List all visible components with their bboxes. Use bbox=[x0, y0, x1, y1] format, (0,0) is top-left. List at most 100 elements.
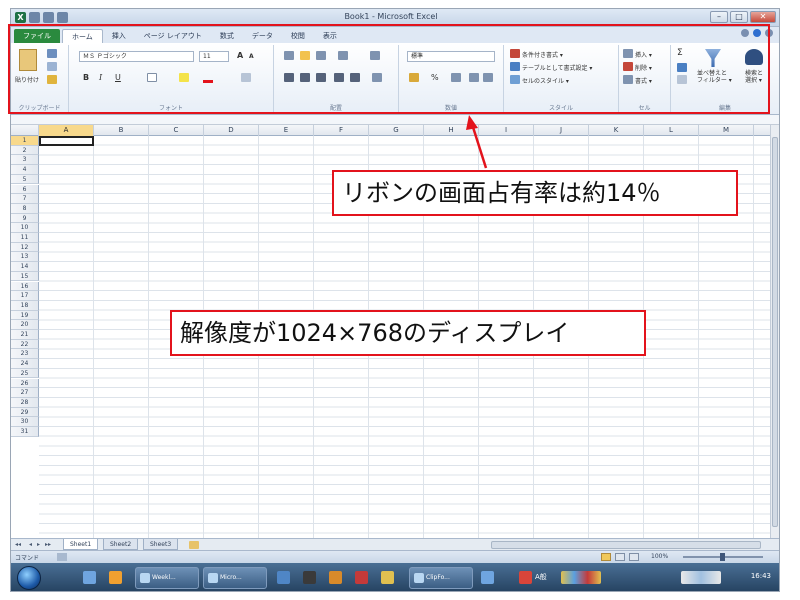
system-tray-icons[interactable] bbox=[681, 571, 721, 584]
taskbar-task-weekly[interactable]: Weekl... bbox=[135, 567, 199, 589]
row-header-2[interactable]: 2 bbox=[11, 145, 39, 156]
column-headers: ABCDEFGHIJKLM bbox=[11, 125, 771, 136]
taskbar-app-icon-2[interactable] bbox=[303, 571, 316, 584]
row-header-22[interactable]: 22 bbox=[11, 339, 39, 350]
column-header-f[interactable]: F bbox=[314, 125, 369, 136]
row-header-6[interactable]: 6 bbox=[11, 184, 39, 195]
row-header-11[interactable]: 11 bbox=[11, 233, 39, 243]
annotation-ribbon-share: リボンの画面占有率は約14％ bbox=[332, 170, 738, 216]
column-header-d[interactable]: D bbox=[204, 125, 259, 136]
row-header-29[interactable]: 29 bbox=[11, 407, 39, 418]
row-header-28[interactable]: 28 bbox=[11, 397, 39, 408]
row-header-1[interactable]: 1 bbox=[11, 136, 39, 146]
language-bar-icons[interactable] bbox=[561, 571, 601, 584]
close-button[interactable]: ✕ bbox=[750, 11, 776, 23]
row-header-16[interactable]: 16 bbox=[11, 281, 39, 292]
redo-icon[interactable] bbox=[57, 12, 68, 23]
vertical-scroll-thumb[interactable] bbox=[772, 137, 778, 527]
excel-logo-icon[interactable]: X bbox=[15, 12, 26, 23]
macro-record-icon[interactable] bbox=[57, 553, 67, 561]
row-header-14[interactable]: 14 bbox=[11, 262, 39, 272]
row-header-10[interactable]: 10 bbox=[11, 223, 39, 233]
row-header-17[interactable]: 17 bbox=[11, 291, 39, 301]
row-header-9[interactable]: 9 bbox=[11, 213, 39, 224]
row-header-27[interactable]: 27 bbox=[11, 388, 39, 398]
taskbar-app-icon-3[interactable] bbox=[329, 571, 342, 584]
sheet-nav-prev-icon[interactable]: ◂ bbox=[29, 541, 32, 548]
normal-view-icon[interactable] bbox=[601, 553, 611, 561]
window-controls: – □ ✕ bbox=[710, 11, 776, 23]
ime-mode[interactable]: A般 bbox=[535, 572, 547, 582]
column-header-k[interactable]: K bbox=[589, 125, 644, 136]
formula-bar[interactable] bbox=[11, 115, 779, 125]
row-header-20[interactable]: 20 bbox=[11, 320, 39, 330]
row-header-30[interactable]: 30 bbox=[11, 417, 39, 427]
sheet-tab-2[interactable]: Sheet2 bbox=[103, 539, 139, 550]
page-break-view-icon[interactable] bbox=[629, 553, 639, 561]
status-mode: コマンド bbox=[15, 555, 40, 562]
row-header-26[interactable]: 26 bbox=[11, 378, 39, 389]
show-desktop-icon[interactable] bbox=[83, 571, 96, 584]
row-header-4[interactable]: 4 bbox=[11, 165, 39, 175]
ime-icon[interactable] bbox=[519, 571, 532, 584]
zoom-slider-knob[interactable] bbox=[720, 553, 725, 561]
row-header-19[interactable]: 19 bbox=[11, 310, 39, 321]
row-header-31[interactable]: 31 bbox=[11, 427, 39, 437]
zoom-slider[interactable] bbox=[683, 553, 763, 561]
row-header-7[interactable]: 7 bbox=[11, 194, 39, 204]
maximize-button[interactable]: □ bbox=[730, 11, 748, 23]
row-header-21[interactable]: 21 bbox=[11, 330, 39, 340]
active-cell[interactable] bbox=[39, 136, 94, 146]
taskbar-app-icon-6[interactable] bbox=[481, 571, 494, 584]
column-header-b[interactable]: B bbox=[94, 125, 149, 136]
taskbar-task-excel[interactable]: Micro... bbox=[203, 567, 267, 589]
zoom-level[interactable]: 100% bbox=[651, 553, 668, 560]
ribbon-highlight-box bbox=[8, 24, 770, 114]
column-header-h[interactable]: H bbox=[424, 125, 479, 136]
insert-sheet-icon[interactable] bbox=[189, 541, 199, 549]
row-header-24[interactable]: 24 bbox=[11, 359, 39, 369]
taskbar-app-icon-4[interactable] bbox=[355, 571, 368, 584]
sheet-tab-bar: ◂◂ ◂ ▸ ▸▸ Sheet1 Sheet2 Sheet3 bbox=[11, 538, 779, 550]
row-header-13[interactable]: 13 bbox=[11, 252, 39, 263]
column-header-i[interactable]: I bbox=[479, 125, 534, 136]
taskbar-task-clipfolder[interactable]: ClipFo... bbox=[409, 567, 473, 589]
sheet-nav-last-icon[interactable]: ▸▸ bbox=[45, 541, 51, 548]
window-title: Book1 - Microsoft Excel bbox=[344, 12, 438, 21]
row-header-15[interactable]: 15 bbox=[11, 271, 39, 282]
quick-access-toolbar: X bbox=[15, 12, 68, 23]
windows-taskbar: Weekl... Micro... ClipFo... A般 16:43 bbox=[11, 563, 779, 591]
save-icon[interactable] bbox=[29, 12, 40, 23]
column-header-e[interactable]: E bbox=[259, 125, 314, 136]
row-header-8[interactable]: 8 bbox=[11, 203, 39, 214]
column-header-c[interactable]: C bbox=[149, 125, 204, 136]
column-header-j[interactable]: J bbox=[534, 125, 589, 136]
minimize-button[interactable]: – bbox=[710, 11, 728, 23]
annotation-resolution: 解像度が1024×768のディスプレイ bbox=[170, 310, 646, 356]
sheet-tab-3[interactable]: Sheet3 bbox=[143, 539, 179, 550]
status-bar: コマンド 100% bbox=[11, 550, 779, 563]
undo-icon[interactable] bbox=[43, 12, 54, 23]
start-button[interactable] bbox=[17, 566, 41, 590]
vertical-scrollbar[interactable] bbox=[770, 125, 779, 538]
select-all-corner[interactable] bbox=[11, 125, 39, 136]
row-header-23[interactable]: 23 bbox=[11, 349, 39, 360]
row-header-3[interactable]: 3 bbox=[11, 155, 39, 166]
column-header-g[interactable]: G bbox=[369, 125, 424, 136]
sheet-tab-1[interactable]: Sheet1 bbox=[63, 539, 99, 550]
column-header-a[interactable]: A bbox=[39, 125, 94, 136]
taskbar-app-icon-1[interactable] bbox=[277, 571, 290, 584]
row-header-12[interactable]: 12 bbox=[11, 242, 39, 253]
taskbar-app-icon-5[interactable] bbox=[381, 571, 394, 584]
page-layout-view-icon[interactable] bbox=[615, 553, 625, 561]
horizontal-scrollbar[interactable] bbox=[491, 541, 761, 549]
column-header-m[interactable]: M bbox=[699, 125, 754, 136]
explorer-icon[interactable] bbox=[109, 571, 122, 584]
row-header-18[interactable]: 18 bbox=[11, 300, 39, 311]
column-header-l[interactable]: L bbox=[644, 125, 699, 136]
sheet-nav-next-icon[interactable]: ▸ bbox=[37, 541, 40, 548]
row-header-5[interactable]: 5 bbox=[11, 174, 39, 185]
sheet-nav-first-icon[interactable]: ◂◂ bbox=[15, 541, 21, 548]
row-header-25[interactable]: 25 bbox=[11, 368, 39, 379]
taskbar-clock[interactable]: 16:43 bbox=[751, 572, 771, 580]
